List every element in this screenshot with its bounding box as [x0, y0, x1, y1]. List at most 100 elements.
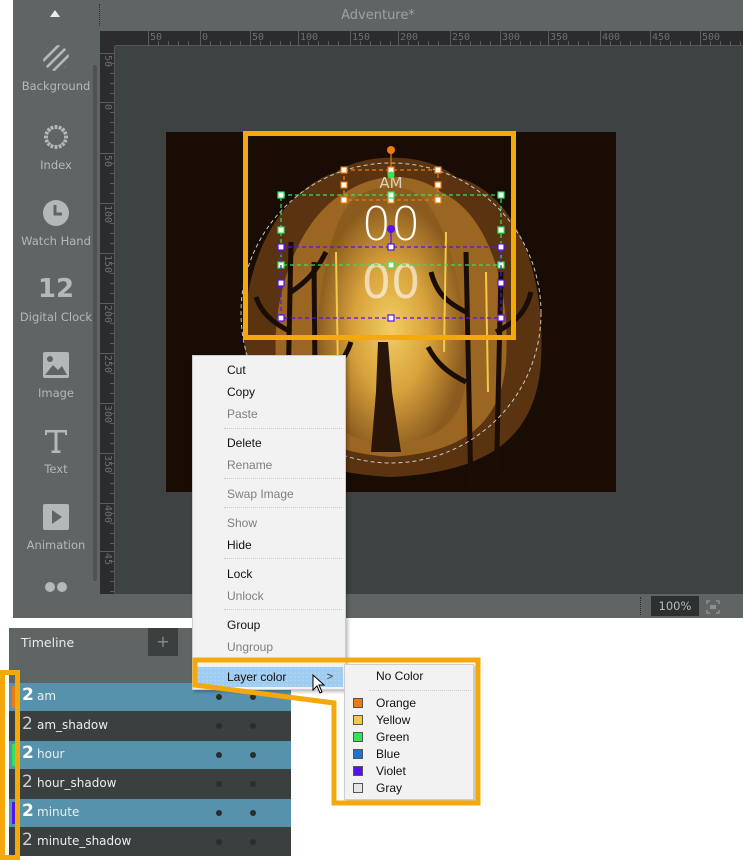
ruler-minor-tick — [110, 293, 115, 294]
menu-item-cut[interactable]: Cut — [193, 360, 345, 380]
more-tools-button[interactable] — [13, 579, 99, 598]
ruler-minor-tick — [480, 41, 481, 46]
layer-row[interactable]: 2 am_shadow — [9, 712, 291, 740]
ruler-major-tick — [700, 31, 701, 46]
ruler-label: 350 — [102, 455, 113, 474]
ruler-label: 250 — [452, 32, 471, 43]
title-bar: Adventure* — [13, 0, 743, 31]
ruler-minor-tick — [110, 183, 115, 184]
am-rotate-handle — [387, 146, 395, 154]
ruler-minor-tick — [110, 413, 115, 414]
menu-item-label: Ungroup — [227, 640, 274, 654]
ruler-minor-tick — [110, 543, 115, 544]
ruler-minor-tick — [110, 122, 115, 123]
ruler-minor-tick — [110, 463, 115, 464]
keyframe-dot[interactable] — [216, 781, 222, 787]
vertical-ruler: 50 0 50 100 150 200 250 300 350 400 45 — [100, 31, 115, 594]
ruler-minor-tick — [158, 41, 159, 46]
menu-item-swap-image[interactable]: Swap Image — [193, 484, 345, 504]
ruler-minor-tick — [110, 591, 115, 592]
keyframe-dot[interactable] — [250, 839, 256, 845]
ruler-minor-tick — [110, 423, 115, 424]
menu-item-lock[interactable]: Lock — [193, 564, 345, 584]
ruler-label: 350 — [550, 32, 569, 43]
keyframe-dot[interactable] — [250, 810, 256, 816]
menu-item-unlock[interactable]: Unlock — [193, 586, 345, 606]
text-icon — [41, 426, 71, 456]
menu-separator — [224, 660, 342, 661]
tool-label: Watch Hand — [21, 234, 91, 248]
menu-item-show[interactable]: Show — [193, 513, 345, 533]
ruler-label: 100 — [102, 205, 113, 224]
ruler-minor-tick — [360, 41, 361, 46]
menu-item-label: Paste — [227, 407, 258, 421]
keyframe-dot[interactable] — [216, 723, 222, 729]
menu-item-label: Violet — [376, 764, 406, 778]
ruler-label: 150 — [352, 32, 371, 43]
ruler-minor-tick — [390, 41, 391, 46]
ruler-minor-tick — [110, 142, 115, 143]
fit-to-screen-icon[interactable] — [706, 599, 720, 614]
ruler-minor-tick — [318, 41, 319, 46]
menu-item-copy[interactable]: Copy — [193, 382, 345, 402]
menu-item-layer-color[interactable]: Layer color > — [197, 667, 343, 687]
ruler-minor-tick — [540, 41, 541, 46]
tool-watch-hand[interactable]: Watch Hand — [13, 198, 99, 248]
layer-row[interactable]: 2 minute — [9, 799, 291, 827]
menu-item-rename[interactable]: Rename — [193, 455, 345, 475]
tool-label: Text — [44, 462, 68, 476]
digital-layer-icon: 2 — [22, 685, 34, 705]
menu-item-color-violet[interactable]: Violet — [345, 763, 473, 780]
layer-row[interactable]: 2 hour_shadow — [9, 770, 291, 798]
menu-item-group[interactable]: Group — [193, 615, 345, 635]
tool-index[interactable]: Index — [13, 122, 99, 172]
keyframe-dot[interactable] — [250, 752, 256, 758]
ruler-minor-tick — [460, 41, 461, 46]
menu-separator — [224, 558, 342, 559]
ruler-minor-tick — [110, 493, 115, 494]
layer-color-swatch — [12, 686, 16, 708]
menu-item-ungroup[interactable]: Ungroup — [193, 637, 345, 657]
keyframe-dot[interactable] — [250, 694, 256, 700]
menu-item-hide[interactable]: Hide — [193, 535, 345, 555]
ruler-minor-tick — [610, 41, 611, 46]
zoom-level[interactable]: 100% — [651, 596, 699, 616]
layer-name: hour — [37, 747, 65, 761]
add-layer-button[interactable]: + — [148, 628, 178, 656]
layer-row[interactable]: 2 minute_shadow — [9, 828, 291, 856]
menu-item-paste[interactable]: Paste — [193, 404, 345, 424]
keyframe-dot[interactable] — [216, 694, 222, 700]
tool-background[interactable]: Background — [13, 43, 99, 93]
ruler-major-tick — [100, 453, 115, 454]
ruler-minor-tick — [110, 73, 115, 74]
menu-item-color-gray[interactable]: Gray — [345, 780, 473, 797]
menu-item-color-orange[interactable]: Orange — [345, 695, 473, 712]
ruler-major-tick — [100, 253, 115, 254]
ruler-minor-tick — [168, 41, 169, 46]
keyframe-dot[interactable] — [250, 781, 256, 787]
keyframe-dot[interactable] — [216, 810, 222, 816]
ruler-minor-tick — [110, 333, 115, 334]
menu-item-color-yellow[interactable]: Yellow — [345, 712, 473, 729]
ruler-major-tick — [100, 303, 115, 304]
ruler-minor-tick — [110, 112, 115, 113]
menu-item-no-color[interactable]: No Color — [345, 668, 473, 685]
tool-animation[interactable]: Animation — [13, 502, 99, 552]
keyframe-dot[interactable] — [250, 723, 256, 729]
menu-item-delete[interactable]: Delete — [193, 433, 345, 453]
ruler-minor-tick — [110, 193, 115, 194]
keyframe-dot[interactable] — [216, 752, 222, 758]
keyframe-dot[interactable] — [216, 839, 222, 845]
ruler-minor-tick — [210, 41, 211, 46]
ruler-minor-tick — [110, 581, 115, 582]
menu-item-color-blue[interactable]: Blue — [345, 746, 473, 763]
layer-row[interactable]: 2 hour — [9, 741, 291, 769]
ruler-minor-tick — [110, 383, 115, 384]
tool-text[interactable]: Text — [13, 426, 99, 476]
tool-image[interactable]: Image — [13, 350, 99, 400]
ruler-minor-tick — [110, 313, 115, 314]
menu-item-color-green[interactable]: Green — [345, 729, 473, 746]
tool-digital-clock[interactable]: 12 Digital Clock — [13, 274, 99, 324]
menu-item-label: Hide — [227, 538, 252, 552]
ruler-major-tick — [100, 403, 115, 404]
